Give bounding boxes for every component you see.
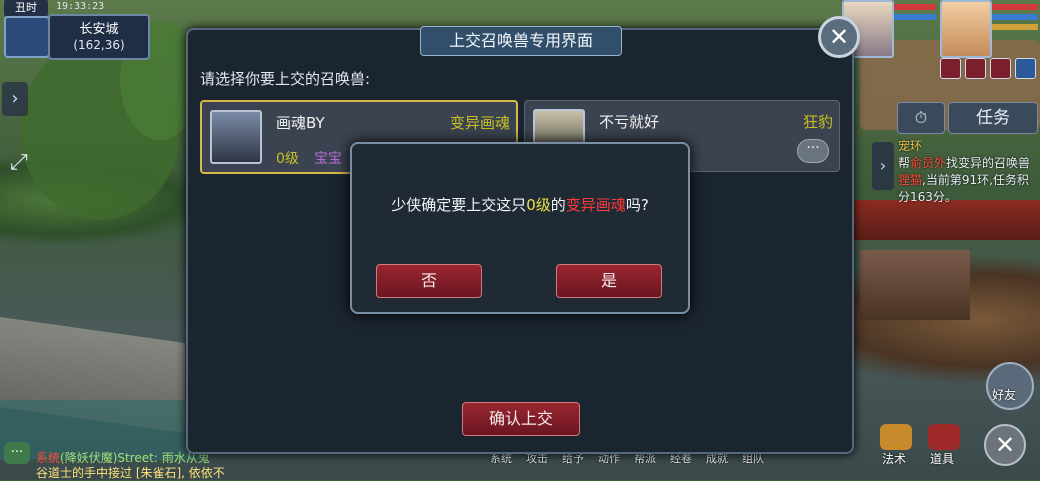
- dialog-prompt: 请选择你要上交的召唤兽:: [200, 70, 371, 88]
- yes-button[interactable]: 是: [556, 264, 662, 298]
- quest-npc-link[interactable]: 俞员外: [910, 156, 946, 170]
- close-icon[interactable]: ✕: [818, 16, 860, 58]
- player-avatar[interactable]: [4, 16, 50, 58]
- buff-icon: [940, 58, 961, 79]
- building-roof: [850, 200, 1040, 240]
- shichen-badge: 丑时: [4, 0, 48, 16]
- game-time: 19:33:23: [56, 1, 105, 12]
- player-portrait-hud[interactable]: [940, 0, 992, 58]
- pet-tag: 宝宝: [314, 151, 342, 167]
- location-name: 长安城: [79, 22, 119, 37]
- confirm-popup: 少侠确定要上交这只0级的变异画魂吗? 否 是: [350, 142, 690, 314]
- pet-hp-bar: [894, 4, 936, 10]
- buff-icons: [940, 58, 1036, 79]
- quest-tracker[interactable]: 宠环 帮俞员外找变异的召唤兽狸猫,当前第91环,任务积分163分。: [898, 138, 1038, 206]
- bag-icon[interactable]: [928, 424, 960, 450]
- quest-pet-link[interactable]: 狸猫: [898, 173, 922, 187]
- pet-type: 变异画魂: [449, 114, 510, 132]
- buff-icon: [965, 58, 986, 79]
- player-hp-bar: [992, 4, 1038, 10]
- friend-label: 好友: [992, 388, 1017, 402]
- buff-icon: [1015, 58, 1036, 79]
- player-sp-bar: [992, 24, 1038, 30]
- close-icon[interactable]: ✕: [984, 424, 1026, 466]
- pet-type: 狂豹: [802, 113, 833, 131]
- bag-label: 道具: [930, 452, 955, 466]
- chat-icon[interactable]: ···: [4, 442, 30, 464]
- pet-mp-bar: [894, 14, 936, 20]
- player-mp-bar: [992, 14, 1038, 20]
- spell-icon[interactable]: [880, 424, 912, 450]
- quest-desc: 帮俞员外找变异的召唤兽狸猫,当前第91环,任务积分163分。: [898, 156, 1031, 204]
- expand-icon[interactable]: ⤢: [10, 150, 28, 175]
- chat-line: 谷道士的手中接过 [朱雀石], 依依不: [36, 466, 225, 480]
- pet-name: 不亏就好: [599, 113, 660, 131]
- buff-icon: [990, 58, 1011, 79]
- pet-portrait: [210, 110, 262, 164]
- confirm-message: 少侠确定要上交这只0级的变异画魂吗?: [391, 196, 649, 214]
- more-button[interactable]: ···: [797, 139, 829, 163]
- confirm-submit-button[interactable]: 确认上交: [462, 402, 580, 436]
- no-button[interactable]: 否: [376, 264, 482, 298]
- stopwatch-icon[interactable]: ⏱: [897, 102, 945, 134]
- minimap-button[interactable]: 长安城 (162,36): [48, 14, 150, 60]
- chevron-right-icon[interactable]: ›: [2, 82, 28, 116]
- spell-label: 法术: [882, 452, 907, 466]
- chevron-right-icon[interactable]: ›: [872, 142, 894, 190]
- pet-level: 0级: [276, 151, 299, 167]
- quest-title: 宠环: [898, 139, 923, 153]
- pet-name: 画魂BY: [276, 114, 325, 132]
- location-coords: (162,36): [73, 38, 125, 52]
- task-tab[interactable]: 任务: [948, 102, 1038, 134]
- dialog-title: 上交召唤兽专用界面: [420, 26, 622, 56]
- market-stall: [860, 250, 970, 320]
